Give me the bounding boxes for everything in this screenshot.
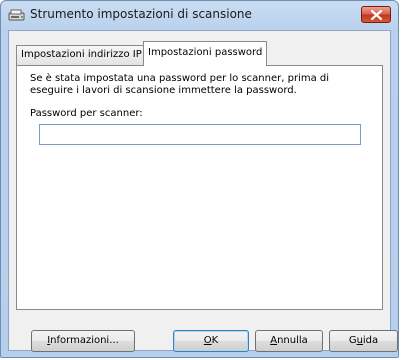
info-button[interactable]: Informazioni... — [31, 330, 135, 352]
scanner-icon — [8, 8, 26, 22]
ok-button-mnemonic: O — [203, 335, 212, 346]
close-button[interactable] — [361, 6, 391, 23]
window-title: Strumento impostazioni di scansione — [30, 7, 252, 21]
password-description: Se è stata impostata una password per lo… — [30, 73, 330, 96]
cancel-button[interactable]: Annulla — [255, 330, 323, 352]
dialog-client-area: Impostazioni indirizzo IP Impostazioni p… — [8, 30, 398, 352]
help-button-prefix: G — [348, 335, 357, 346]
info-button-label: nformazioni... — [50, 335, 119, 346]
ok-button-label: K — [211, 335, 219, 346]
close-icon — [371, 10, 382, 20]
ok-button[interactable]: OK — [173, 330, 249, 352]
password-field-label: Password per scanner: — [30, 108, 143, 119]
tab-ip-settings[interactable]: Impostazioni indirizzo IP — [16, 45, 147, 65]
tab-panel — [16, 65, 383, 310]
password-input[interactable] — [39, 124, 361, 145]
cancel-button-label: nnulla — [277, 335, 308, 346]
help-button-label: ida — [362, 335, 379, 346]
help-button[interactable]: Guida — [329, 330, 398, 352]
tab-password-settings[interactable]: Impostazioni password — [143, 41, 268, 66]
dialog-window: Strumento impostazioni di scansione Impo… — [0, 0, 399, 358]
title-bar[interactable]: Strumento impostazioni di scansione — [1, 1, 398, 29]
